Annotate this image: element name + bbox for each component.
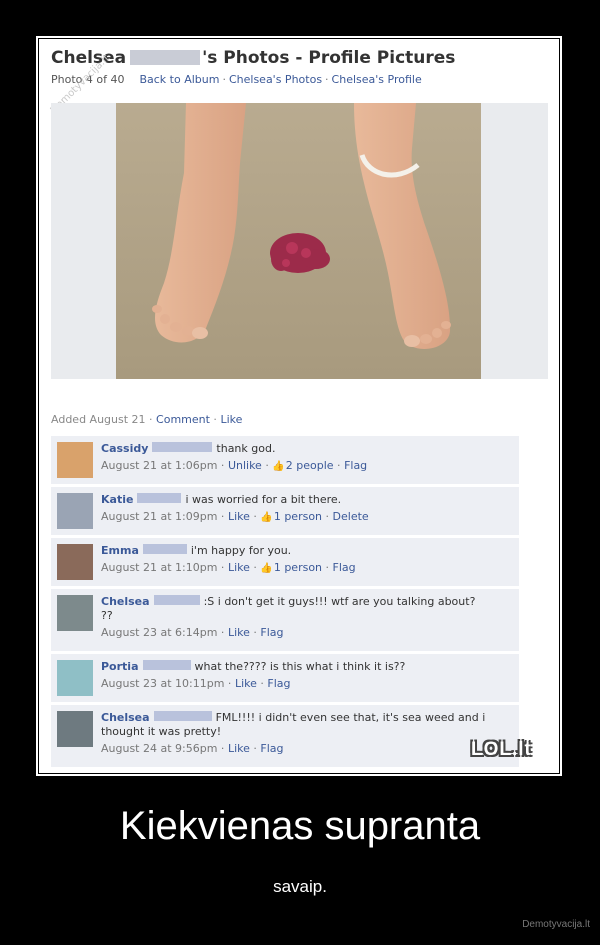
comment-date: August 23 at 6:14pm — [101, 626, 218, 639]
like-link[interactable]: Like — [228, 561, 250, 574]
comment-text: i'm happy for you. — [190, 544, 292, 557]
back-to-album-link[interactable]: Back to Album — [139, 73, 219, 86]
comment: Chelsea FML!!!! i didn't even see that, i… — [51, 705, 519, 767]
commenter-name[interactable]: Katie — [101, 493, 133, 506]
redacted-surname — [142, 544, 187, 554]
avatar[interactable] — [57, 544, 93, 580]
likes-count-link[interactable]: 👍1 person — [260, 510, 322, 523]
like-link[interactable]: Like — [228, 626, 250, 639]
lol-logo: LOL.lt — [471, 739, 532, 760]
main-photo[interactable] — [51, 103, 548, 379]
unlike-link[interactable]: Unlike — [228, 459, 262, 472]
comment-date: August 21 at 1:09pm — [101, 510, 218, 523]
page-title: Chelsea's Photos - Profile Pictures — [51, 48, 456, 68]
like-link[interactable]: Like — [220, 413, 242, 426]
commenter-name[interactable]: Portia — [101, 660, 139, 673]
photo-added-line: Added August 21 · Comment · Like — [51, 413, 243, 426]
delete-link[interactable]: Delete — [333, 510, 369, 523]
comment: Katie i was worried for a bit there. Augu… — [51, 487, 519, 535]
album-name: Profile Pictures — [308, 48, 456, 68]
comment-text: FML!!!! i didn't even see that, it's sea… — [215, 711, 486, 724]
redacted-surname — [153, 595, 200, 605]
like-link[interactable]: Like — [235, 677, 257, 690]
avatar[interactable] — [57, 442, 93, 478]
redacted-surname — [152, 442, 213, 452]
likes-count-link[interactable]: 👍1 person — [260, 561, 322, 574]
photo-subnav: Photo 4 of 40 Back to Album · Chelsea's Ph… — [51, 73, 422, 86]
comment: Cassidy thank god. August 21 at 1:06pm · … — [51, 436, 519, 484]
flag-link[interactable]: Flag — [344, 459, 367, 472]
comment-date: August 23 at 10:11pm — [101, 677, 225, 690]
chelseas-photos-link[interactable]: Chelsea's Photos — [229, 73, 322, 86]
commenter-name[interactable]: Chelsea — [101, 595, 150, 608]
avatar[interactable] — [57, 711, 93, 747]
comment: Portia what the???? is this what i think … — [51, 654, 519, 702]
comment-link[interactable]: Comment — [156, 413, 210, 426]
thumbs-up-icon: 👍 — [272, 461, 285, 472]
comment-text: thank god. — [216, 442, 276, 455]
like-link[interactable]: Like — [228, 742, 250, 755]
commenter-name[interactable]: Cassidy — [101, 442, 148, 455]
facebook-photo-page: Chelsea's Photos - Profile Pictures Phot… — [39, 39, 559, 773]
poster-caption: Kiekvienas supranta — [119, 804, 481, 848]
comment-date: August 21 at 1:10pm — [101, 561, 218, 574]
commenter-name[interactable]: Emma — [101, 544, 139, 557]
like-link[interactable]: Like — [228, 510, 250, 523]
comment: Chelsea :S i don't get it guys!!! wtf are… — [51, 589, 519, 651]
flag-link[interactable]: Flag — [260, 742, 283, 755]
redacted-surname — [137, 493, 182, 503]
flag-link[interactable]: Flag — [260, 626, 283, 639]
feet-on-sand-image — [116, 103, 481, 379]
comment-text-continued: thought it was pretty! — [101, 725, 222, 738]
avatar[interactable] — [57, 493, 93, 529]
site-credit: Demotyvacija.lt — [522, 919, 590, 930]
comment-text: i was worried for a bit there. — [185, 493, 342, 506]
redacted-surname — [130, 50, 201, 65]
added-date: Added August 21 — [51, 413, 146, 426]
redacted-surname — [153, 711, 212, 721]
comment-text-continued: ?? — [101, 609, 113, 622]
avatar[interactable] — [57, 660, 93, 696]
flag-link[interactable]: Flag — [333, 561, 356, 574]
comment: Emma i'm happy for you. August 21 at 1:10… — [51, 538, 519, 586]
comment-date: August 21 at 1:06pm — [101, 459, 218, 472]
avatar[interactable] — [57, 595, 93, 631]
commenter-name[interactable]: Chelsea — [101, 711, 150, 724]
flag-link[interactable]: Flag — [267, 677, 290, 690]
thumbs-up-icon: 👍 — [260, 512, 273, 523]
title-first-name: Chelsea — [51, 48, 127, 68]
thumbs-up-icon: 👍 — [260, 563, 273, 574]
comment-text: :S i don't get it guys!!! wtf are you ta… — [203, 595, 476, 608]
comment-text: what the???? is this what i think it is?… — [194, 660, 406, 673]
poster-subcaption: savaip. — [273, 877, 327, 896]
redacted-surname — [142, 660, 191, 670]
likes-count-link[interactable]: 👍2 people — [272, 459, 333, 472]
title-suffix: 's Photos — [202, 48, 290, 68]
comments-list: Cassidy thank god. August 21 at 1:06pm · … — [51, 436, 519, 770]
chelseas-profile-link[interactable]: Chelsea's Profile — [332, 73, 422, 86]
comment-date: August 24 at 9:56pm — [101, 742, 218, 755]
